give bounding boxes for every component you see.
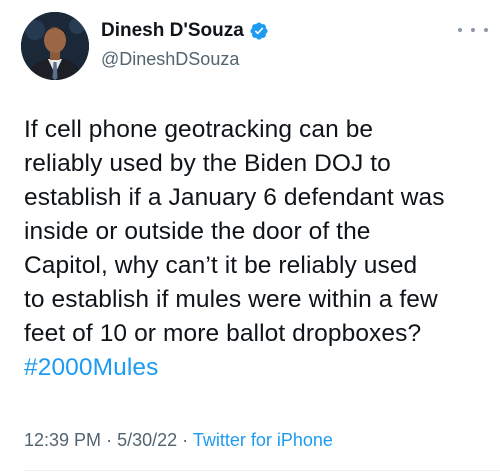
tweet-text: If cell phone geotracking can be reliabl… [24,113,494,385]
tweet-source-link[interactable]: Twitter for iPhone [193,430,333,450]
more-dot [484,28,488,32]
divider [24,470,500,471]
user-handle[interactable]: @DineshDSouza [101,49,269,70]
meta-separator: · [182,430,193,450]
tweet-text-line: feet of 10 or more ballot dropboxes? [24,320,422,347]
hashtag-link[interactable]: #2000Mules [24,351,494,385]
tweet-text-line: establish if a January 6 defendant was [24,184,445,211]
tweet-text-line: to establish if mules were within a few [24,286,438,313]
tweet-text-line: Capitol, why can’t it be reliably used [24,252,418,279]
tweet-time[interactable]: 12:39 PM [24,430,101,450]
tweet-card: Dinesh D'Souza @DineshDSouza If cell pho… [0,0,500,475]
display-name[interactable]: Dinesh D'Souza [101,20,244,42]
more-dot [471,28,475,32]
avatar-photo [21,12,89,80]
tweet-meta: 12:39 PM · 5/30/22 · Twitter for iPhone [24,430,333,451]
more-options-icon[interactable] [458,22,488,38]
tweet-text-line: reliably used by the Biden DOJ to [24,150,391,177]
more-dot [458,28,462,32]
verified-badge-icon [249,21,269,41]
name-row: Dinesh D'Souza [101,19,269,43]
tweet-text-line: inside or outside the door of the [24,218,371,245]
tweet-date[interactable]: 5/30/22 [117,430,177,450]
tweet-text-line: If cell phone geotracking can be [24,116,374,143]
tweet-author: Dinesh D'Souza @DineshDSouza [101,19,269,70]
avatar[interactable] [21,12,89,80]
meta-separator: · [106,430,118,450]
